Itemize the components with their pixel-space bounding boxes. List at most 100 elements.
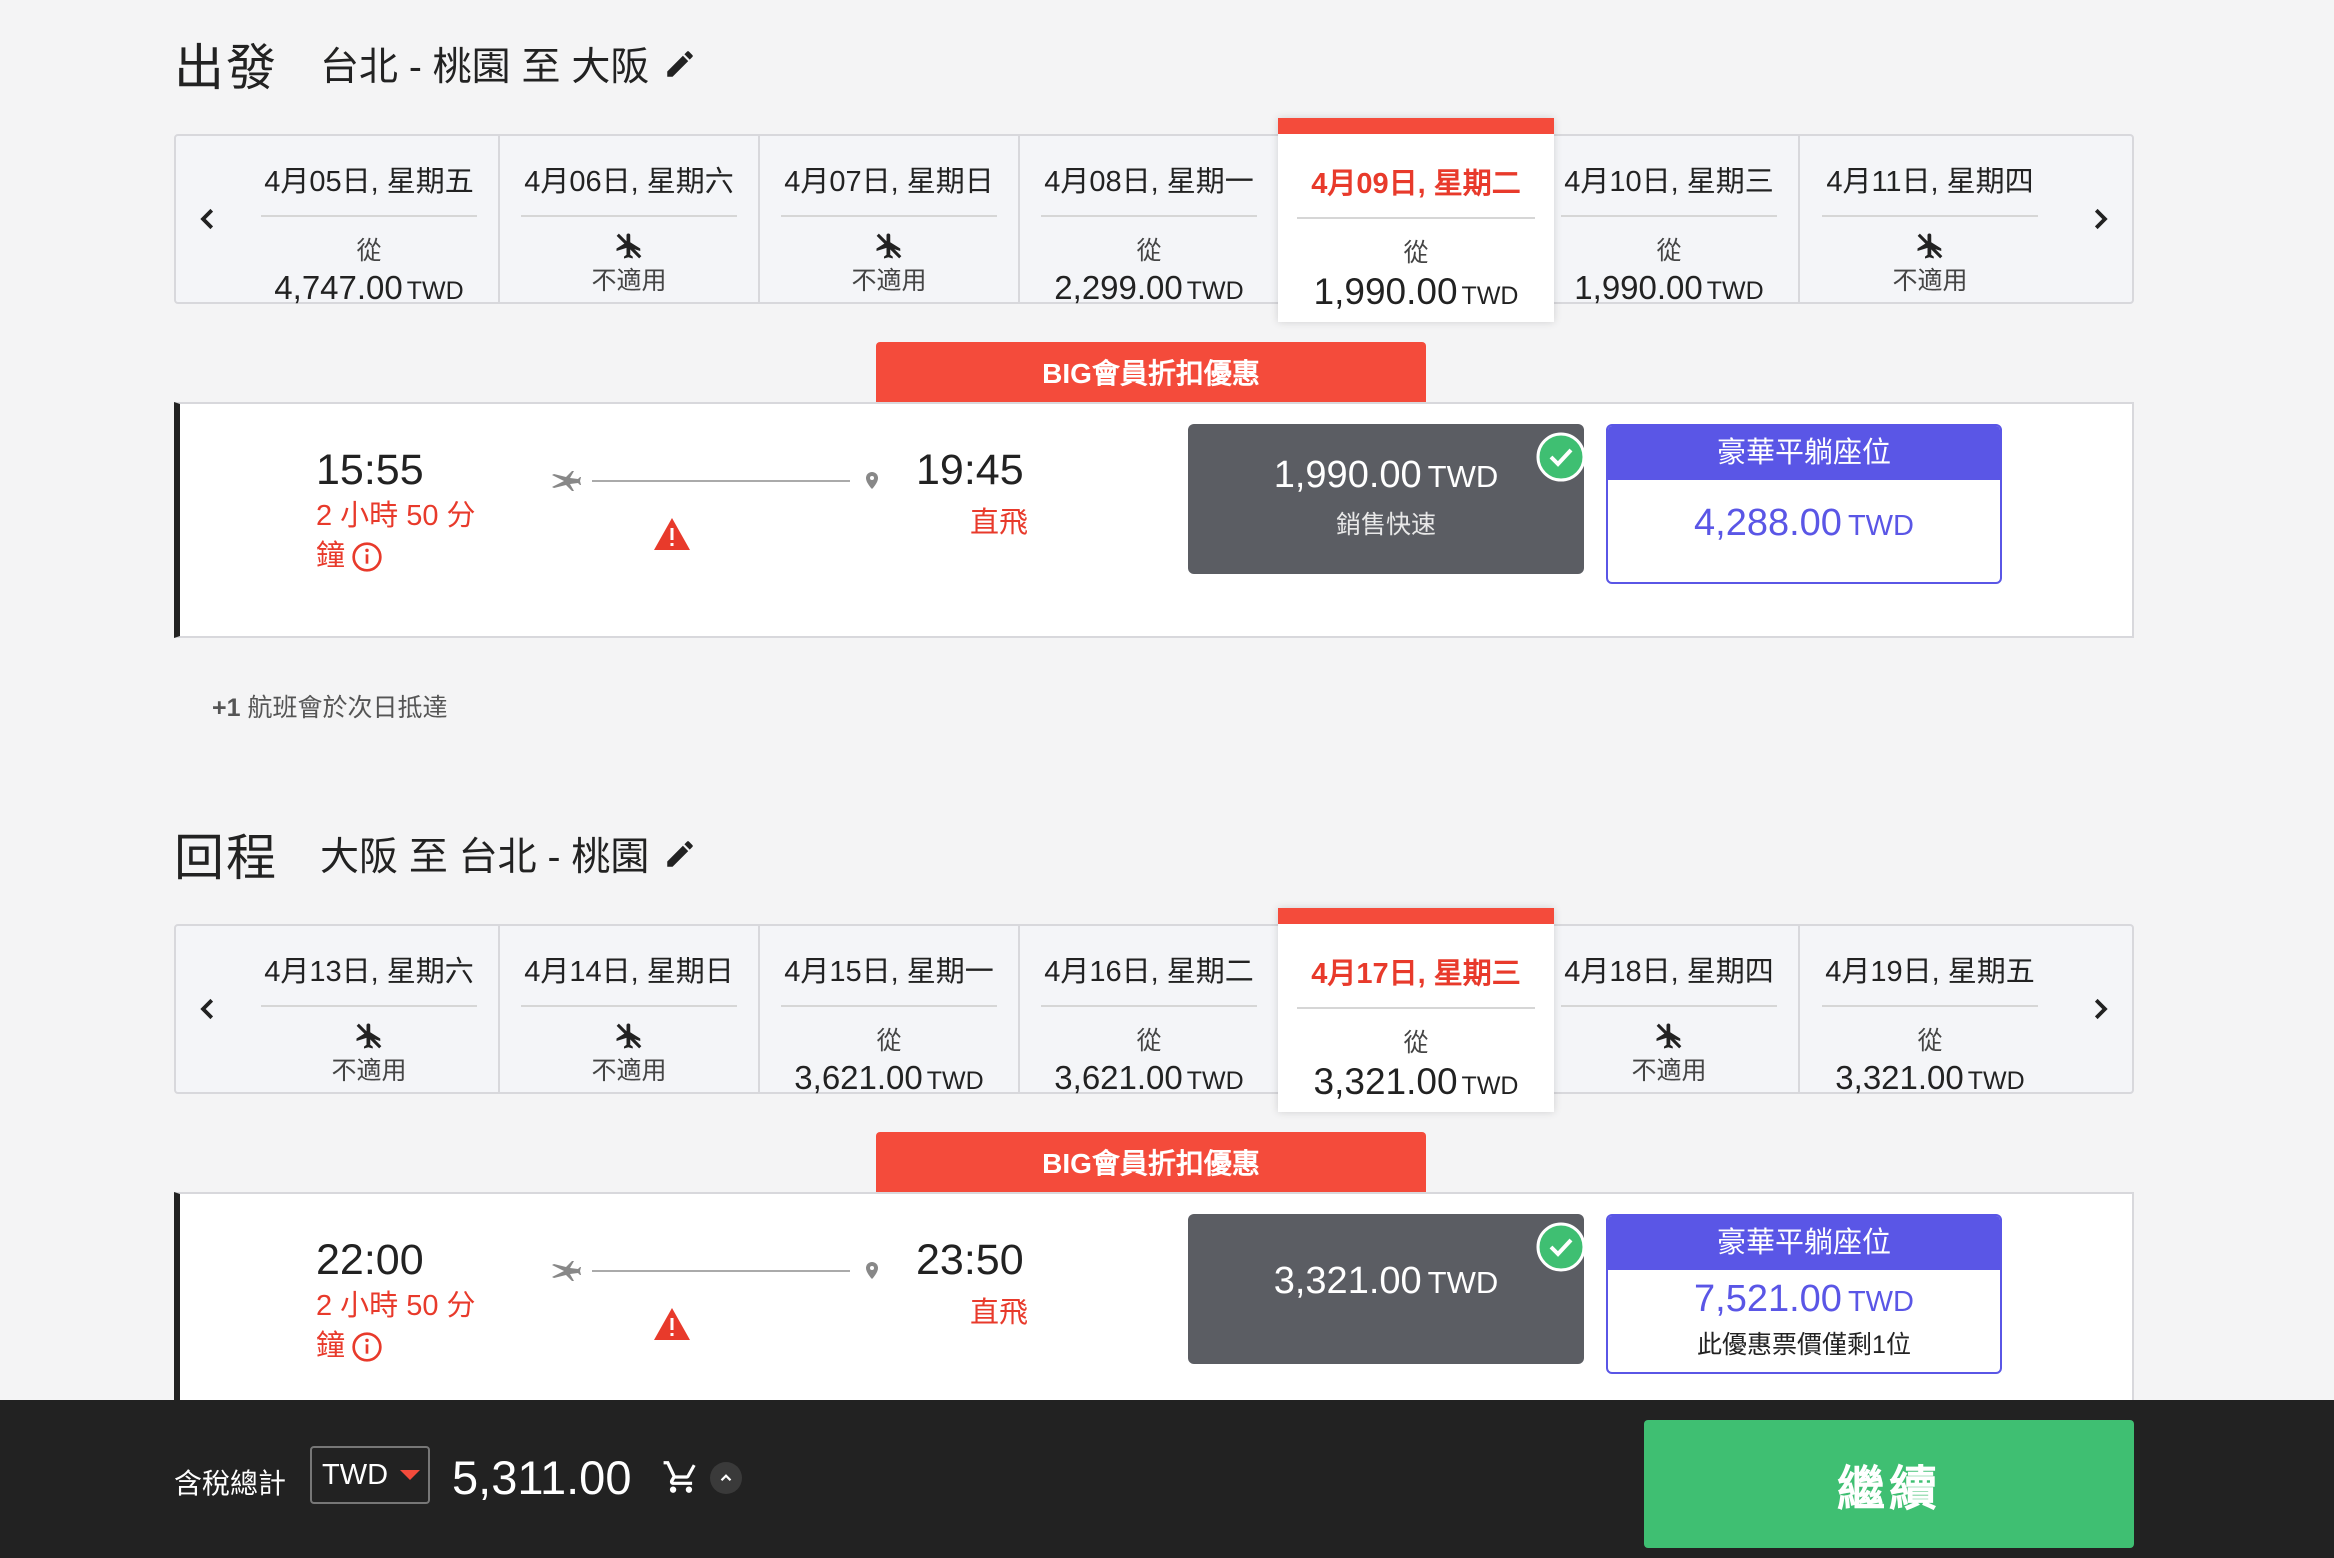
pencil-icon[interactable]: [663, 47, 697, 81]
pencil-icon[interactable]: [663, 837, 697, 871]
selling-fast-note: 銷售快速: [1335, 511, 1436, 539]
date-label: 4月16日, 星期二: [1044, 956, 1254, 988]
from-label: 從: [1136, 1027, 1162, 1055]
pin-icon: [866, 472, 878, 489]
date-option[interactable]: 4月13日, 星期六 不適用: [240, 926, 500, 1092]
from-label: 從: [356, 237, 382, 265]
price-value: 7,521.00: [1694, 1278, 1842, 1320]
divider: [261, 1005, 477, 1007]
divider: [261, 215, 477, 217]
currency-select[interactable]: TWD: [310, 1446, 430, 1504]
inbound-kind: 回程: [174, 830, 278, 886]
divider: [1822, 215, 2038, 217]
price-currency: TWD: [1461, 1072, 1519, 1100]
price-currency: TWD: [1186, 277, 1244, 305]
big-member-badge: BIG會員折扣優惠: [876, 1132, 1426, 1192]
arrival-time: 23:50: [916, 1236, 1024, 1284]
arrival-time: 19:45: [916, 446, 1024, 494]
date-option[interactable]: 4月11日, 星期四 不適用: [1800, 136, 2060, 302]
divider: [781, 1005, 997, 1007]
date-option[interactable]: 4月06日, 星期六不適用: [500, 136, 760, 302]
price-currency: TWD: [1427, 1265, 1499, 1300]
date-price: 3,621.00 TWD: [760, 1059, 1018, 1097]
info-icon[interactable]: [351, 541, 383, 573]
info-icon[interactable]: [351, 1331, 383, 1363]
continue-button[interactable]: 繼續: [1644, 1420, 2134, 1548]
from-label: 從: [1656, 237, 1682, 265]
warning-icon[interactable]: [652, 1306, 692, 1342]
inbound-date-bar: 4月13日, 星期六 不適用 4月14日, 星期日 不適用 4月15日, 星期一從 3,6…: [174, 908, 2134, 1112]
seats-left-note: 此優惠票價僅剩1位: [1697, 1331, 1911, 1359]
expand-summary-button[interactable]: [710, 1462, 742, 1494]
price-footer-bar: 含稅總計 TWD 5,311.00 繼續: [0, 1400, 2334, 1558]
route-line: [552, 471, 878, 491]
date-option[interactable]: 4月17日, 星期三從 3,321.00 TWD: [1278, 908, 1554, 1112]
price-currency: TWD: [1427, 459, 1499, 494]
not-available-label: 不適用: [331, 1057, 407, 1085]
price-value: 1,990.00: [1574, 269, 1703, 306]
date-option[interactable]: 4月07日, 星期日 不適用: [760, 136, 1020, 302]
premium-flatbed-fare-option[interactable]: 豪華平躺座位 7,521.00 TWD 此優惠票價僅剩1位: [1606, 1214, 2002, 1374]
plane-unavailable-icon: [356, 1023, 382, 1049]
currency-value: TWD: [322, 1458, 389, 1491]
check-icon: [1536, 1222, 1586, 1272]
price-value: 3,621.00: [1054, 1059, 1183, 1096]
date-label: 4月06日, 星期六: [524, 166, 734, 198]
divider: [1561, 215, 1777, 217]
inbound-flight-card: 22:00 2 小時 50 分鐘 23:50 直飛 3,321.00 TWD 豪華…: [174, 1192, 2134, 1428]
outbound-route: 台北 - 桃園 至 大阪: [320, 46, 650, 89]
date-option[interactable]: 4月16日, 星期二從 3,621.00 TWD: [1020, 926, 1280, 1096]
plane-unavailable-icon: [876, 233, 902, 259]
not-available-label: 不適用: [1631, 1057, 1707, 1085]
date-price: 4,747.00 TWD: [240, 269, 498, 307]
from-label: 從: [876, 1027, 902, 1055]
next-dates-button[interactable]: [2068, 136, 2132, 302]
date-label: 4月08日, 星期一: [1044, 166, 1254, 198]
date-label: 4月11日, 星期四: [1826, 166, 2034, 198]
direct-flight-label: 直飛: [970, 507, 1029, 539]
date-option[interactable]: 4月08日, 星期一從 2,299.00 TWD: [1020, 136, 1280, 306]
next-dates-button[interactable]: [2068, 926, 2132, 1092]
caret-down-icon: [400, 1470, 421, 1480]
date-option[interactable]: 4月10日, 星期三從 1,990.00 TWD: [1540, 136, 1800, 306]
divider: [1297, 1007, 1535, 1009]
date-option[interactable]: 4月18日, 星期四 不適用: [1540, 926, 1800, 1092]
warning-icon[interactable]: [652, 516, 692, 552]
date-price: 3,321.00 TWD: [1278, 1061, 1554, 1103]
date-label: 4月15日, 星期一: [784, 956, 994, 988]
from-label: 從: [1136, 237, 1162, 265]
date-price: 1,990.00 TWD: [1540, 269, 1798, 307]
standard-fare-option[interactable]: 3,321.00 TWD: [1188, 1214, 1586, 1364]
standard-fare-price: 3,321.00 TWD: [1188, 1260, 1584, 1303]
price-currency: TWD: [1706, 277, 1764, 305]
price-value: 3,621.00: [794, 1059, 923, 1096]
date-label: 4月17日, 星期三: [1311, 958, 1521, 990]
date-option[interactable]: 4月09日, 星期二從 1,990.00 TWD: [1278, 118, 1554, 322]
date-price: 3,321.00 TWD: [1800, 1059, 2060, 1097]
not-available-label: 不適用: [591, 267, 667, 295]
date-option[interactable]: 4月14日, 星期日 不適用: [500, 926, 760, 1092]
divider: [1041, 1005, 1257, 1007]
standard-fare-option[interactable]: 1,990.00 TWD 銷售快速: [1188, 424, 1586, 574]
price-currency: TWD: [926, 1067, 984, 1095]
plane-unavailable-icon: [616, 233, 642, 259]
chevron-right-icon: [2094, 998, 2108, 1020]
premium-flatbed-fare-option[interactable]: 豪華平躺座位 4,288.00 TWD: [1606, 424, 2002, 584]
prev-dates-button[interactable]: [176, 136, 240, 302]
total-label: 含稅總計: [174, 1468, 287, 1499]
divider: [521, 215, 737, 217]
departure-time: 22:00: [316, 1236, 424, 1284]
route-line: [552, 1261, 878, 1281]
plane-icon: [552, 1261, 581, 1281]
date-option[interactable]: 4月19日, 星期五從 3,321.00 TWD: [1800, 926, 2060, 1096]
date-option[interactable]: 4月05日, 星期五從 4,747.00 TWD: [240, 136, 500, 306]
outbound-flight-card: 15:55 2 小時 50 分鐘 19:45 直飛 1,990.00 TWD 銷售…: [174, 402, 2134, 638]
divider: [1297, 217, 1535, 219]
date-option[interactable]: 4月15日, 星期一從 3,621.00 TWD: [760, 926, 1020, 1096]
outbound-kind: 出發: [174, 40, 278, 96]
next-day-prefix: +1: [212, 694, 241, 722]
plane-unavailable-icon: [1917, 233, 1943, 259]
prev-dates-button[interactable]: [176, 926, 240, 1092]
plane-icon: [552, 471, 581, 491]
cart-icon[interactable]: [662, 1458, 700, 1496]
